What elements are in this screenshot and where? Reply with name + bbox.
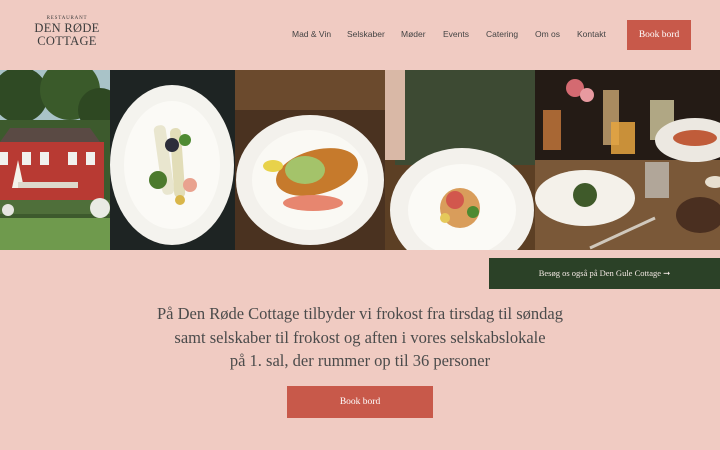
dish-photo-asparagus: [110, 70, 235, 250]
book-table-button[interactable]: Book bord: [627, 20, 691, 50]
dish-photo-schnitzel: [235, 70, 385, 250]
book-table-cta-button[interactable]: Book bord: [287, 386, 433, 418]
visit-gule-cottage-button[interactable]: Besøg os også på Den Gule Cottage ➞: [489, 258, 720, 289]
nav-item-events[interactable]: Events: [443, 29, 469, 39]
intro-line-2: samt selskaber til frokost og aften i vo…: [174, 327, 546, 347]
logo-line-2: COTTAGE: [37, 34, 97, 48]
intro-text: På Den Røde Cottage tilbyder vi frokost …: [0, 302, 720, 373]
intro-line-1: På Den Røde Cottage tilbyder vi frokost …: [156, 304, 563, 323]
logo[interactable]: RESTAURANT DEN RØDE COTTAGE: [30, 16, 104, 48]
dish-photo-served: [385, 70, 535, 250]
site-header: RESTAURANT DEN RØDE COTTAGE Mad & Vin Se…: [0, 0, 720, 70]
nav-item-kontakt[interactable]: Kontakt: [577, 29, 606, 39]
cottage-photo: [0, 70, 110, 250]
nav-item-moder[interactable]: Møder: [401, 29, 426, 39]
nav-item-om-os[interactable]: Om os: [535, 29, 560, 39]
photo-strip: [0, 70, 720, 250]
nav-item-catering[interactable]: Catering: [486, 29, 518, 39]
nav-item-mad-vin[interactable]: Mad & Vin: [292, 29, 331, 39]
nav-item-selskaber[interactable]: Selskaber: [347, 29, 385, 39]
table-setting-photo: [535, 70, 720, 250]
intro-line-3: på 1. sal, der rummer op til 36 personer: [229, 351, 491, 370]
